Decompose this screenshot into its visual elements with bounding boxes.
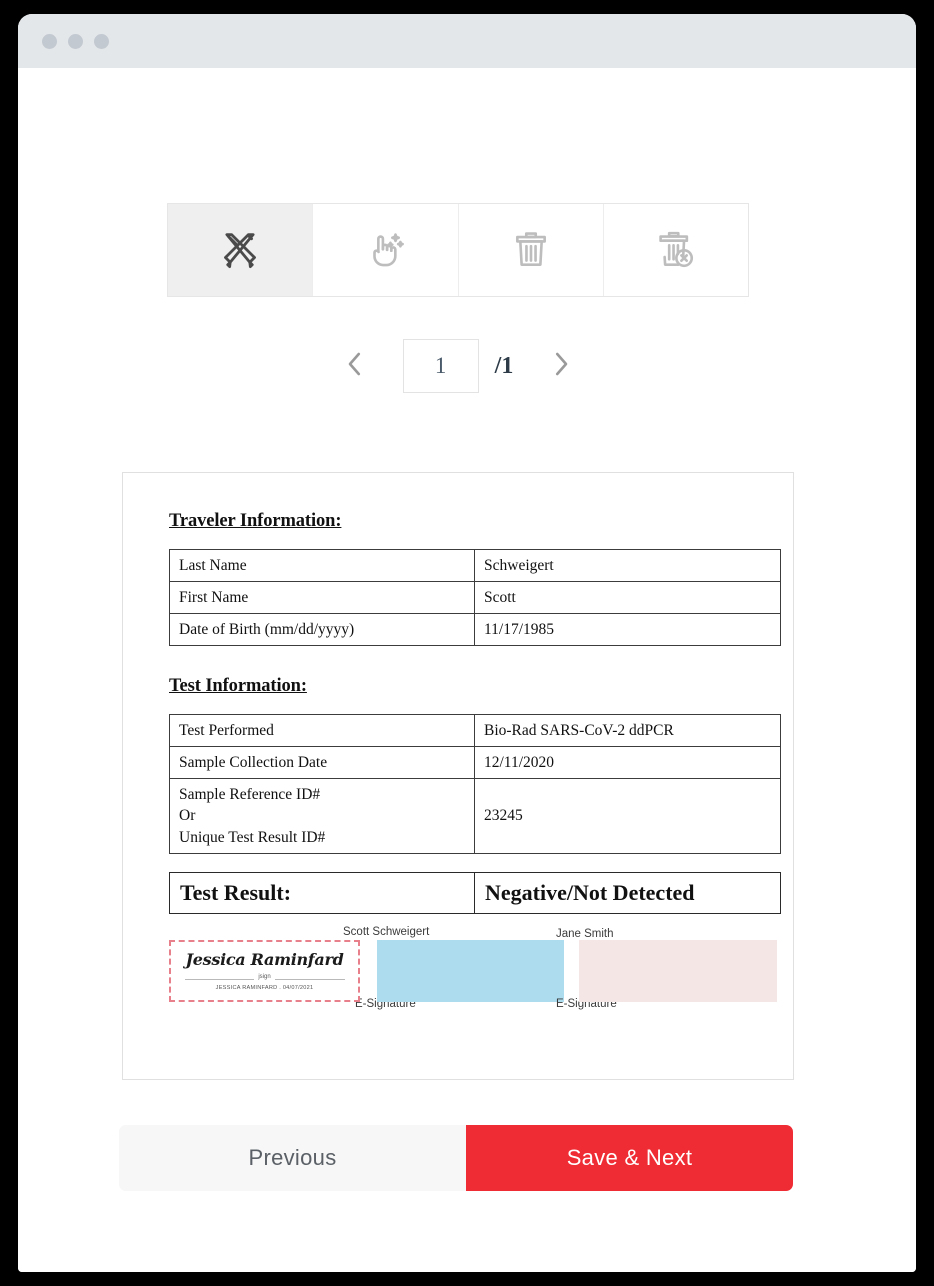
- table-row: Test Result: Negative/Not Detected: [169, 871, 781, 914]
- trash-icon: [510, 229, 552, 271]
- previous-button[interactable]: Previous: [119, 1125, 466, 1191]
- e-signature-widget[interactable]: Jessica Raminfard jsign JESSICA RAMINFAR…: [169, 939, 360, 1002]
- design-tools-icon: [219, 229, 261, 271]
- signature-area: Scott Schweigert E-Signature Jessica Ram…: [169, 926, 781, 1012]
- signature-placeholder-pink[interactable]: [579, 939, 777, 1002]
- previous-page-button[interactable]: [335, 343, 375, 389]
- table-row: Last Name Schweigert: [169, 548, 781, 583]
- chevron-left-icon: [340, 349, 370, 384]
- signature-mark-label: jsign: [254, 974, 275, 981]
- traveler-first-name-value: Scott: [474, 581, 781, 615]
- test-performed-label: Test Performed: [169, 714, 475, 748]
- footer-actions: Previous Save & Next: [119, 1125, 793, 1191]
- table-row: Sample Reference ID# Or Unique Test Resu…: [169, 778, 781, 854]
- page-number-input[interactable]: 1: [402, 339, 479, 393]
- signature-rule: jsign: [184, 971, 345, 981]
- sample-collection-date-label: Sample Collection Date: [169, 746, 475, 780]
- table-row: Sample Collection Date 12/11/2020: [169, 746, 781, 780]
- signature-placeholder-blue[interactable]: [377, 939, 564, 1002]
- browser-titlebar: [18, 14, 916, 68]
- test-result-table: Test Result: Negative/Not Detected: [169, 871, 781, 914]
- test-result-value: Negative/Not Detected: [474, 871, 781, 914]
- test-performed-value: Bio-Rad SARS-CoV-2 ddPCR: [474, 714, 781, 748]
- test-section-title: Test Information:: [169, 676, 307, 697]
- traveler-dob-value: 11/17/1985: [474, 613, 781, 647]
- signature-meta-text: JESSICA RAMINFARD . 04/07/2021: [215, 985, 314, 992]
- window-minimize-dot[interactable]: [68, 33, 83, 49]
- magic-select-icon: [364, 229, 406, 271]
- signature-name-traveler: Scott Schweigert: [343, 925, 430, 938]
- table-row: Date of Birth (mm/dd/yyyy) 11/17/1985: [169, 613, 781, 647]
- save-and-next-button[interactable]: Save & Next: [466, 1125, 793, 1191]
- traveler-first-name-label: First Name: [169, 581, 475, 615]
- magic-select-button[interactable]: [313, 204, 459, 296]
- delete-all-icon: [655, 229, 697, 271]
- test-information-table: Test Performed Bio-Rad SARS-CoV-2 ddPCR …: [169, 714, 781, 854]
- window-close-dot[interactable]: [42, 33, 57, 49]
- browser-window: 1 /1 Traveler Information: Last Name Sch…: [18, 14, 916, 1272]
- window-maximize-dot[interactable]: [94, 33, 109, 49]
- next-page-button[interactable]: [541, 343, 581, 389]
- signature-name-witness: Jane Smith: [556, 927, 614, 940]
- document-preview-panel[interactable]: Traveler Information: Last Name Schweige…: [122, 472, 794, 1080]
- page-navigation: 1 /1: [167, 333, 749, 399]
- traveler-last-name-label: Last Name: [169, 548, 475, 583]
- document-content: Traveler Information: Last Name Schweige…: [123, 473, 793, 1012]
- delete-button[interactable]: [459, 204, 604, 296]
- traveler-information-table: Last Name Schweigert First Name Scott Da…: [169, 548, 781, 647]
- traveler-dob-label: Date of Birth (mm/dd/yyyy): [169, 613, 475, 647]
- sample-reference-id-value: 23245: [474, 778, 781, 854]
- chevron-right-icon: [546, 349, 576, 384]
- sample-collection-date-value: 12/11/2020: [474, 746, 781, 780]
- delete-all-button[interactable]: [604, 204, 748, 296]
- traveler-last-name-value: Schweigert: [474, 548, 781, 583]
- sample-reference-id-label: Sample Reference ID# Or Unique Test Resu…: [169, 778, 475, 854]
- test-result-label: Test Result:: [169, 871, 475, 914]
- design-tools-button[interactable]: [168, 204, 314, 296]
- traveler-section-title: Traveler Information:: [169, 511, 342, 531]
- table-row: Test Performed Bio-Rad SARS-CoV-2 ddPCR: [169, 714, 781, 748]
- editor-toolbar: [167, 203, 749, 297]
- page-total-label: /1: [494, 352, 514, 379]
- page-viewport: 1 /1 Traveler Information: Last Name Sch…: [18, 68, 916, 1272]
- signature-script-text: Jessica Raminfard: [185, 950, 344, 970]
- table-row: First Name Scott: [169, 581, 781, 615]
